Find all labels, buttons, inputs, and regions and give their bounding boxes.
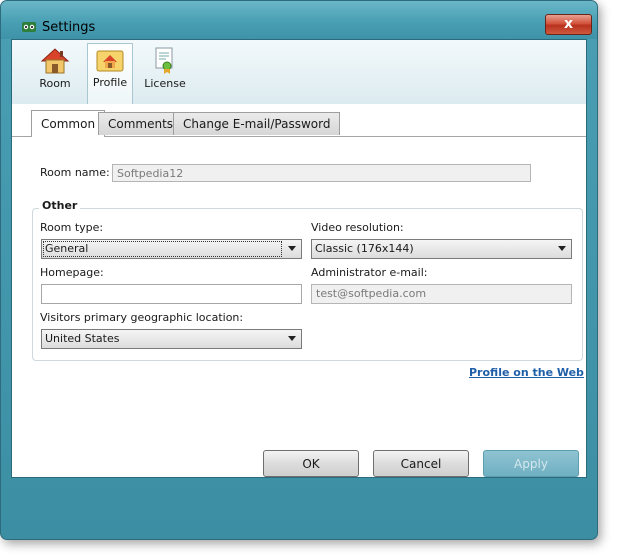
profile-on-web-link[interactable]: Profile on the Web xyxy=(469,366,584,379)
video-resolution-value: Classic (176x144) xyxy=(315,242,414,255)
admin-email-field[interactable]: test@softpedia.com xyxy=(311,284,572,304)
admin-email-label: Administrator e-mail: xyxy=(311,266,428,279)
chevron-down-icon xyxy=(288,336,296,341)
location-value: United States xyxy=(45,332,120,345)
close-button[interactable]: x xyxy=(545,14,592,35)
location-select[interactable]: United States xyxy=(41,329,302,349)
room-name-field[interactable]: Softpedia12 xyxy=(112,164,531,182)
toolbar-item-label: License xyxy=(144,77,186,90)
room-type-select[interactable]: General xyxy=(41,239,302,259)
window-title: Settings xyxy=(42,20,96,35)
video-resolution-select[interactable]: Classic (176x144) xyxy=(311,239,572,259)
toolbar-item-profile[interactable]: Profile xyxy=(87,43,133,105)
house-icon xyxy=(40,48,70,74)
tab-comments[interactable]: Comments xyxy=(98,112,184,135)
title-bar[interactable]: Settings x xyxy=(1,1,597,39)
toolbar-item-room[interactable]: Room xyxy=(27,43,83,101)
cancel-button[interactable]: Cancel xyxy=(373,450,469,477)
location-label: Visitors primary geographic location: xyxy=(40,311,244,324)
subtab-bar: Common Comments Change E-mail/Password xyxy=(12,104,586,137)
video-resolution-label: Video resolution: xyxy=(311,221,404,234)
profile-icon xyxy=(96,50,124,72)
room-type-value: General xyxy=(43,241,282,257)
app-icon xyxy=(22,22,36,32)
room-name-label: Room name: xyxy=(40,166,110,179)
homepage-label: Homepage: xyxy=(40,266,104,279)
other-group-title: Other xyxy=(39,199,81,212)
room-type-label: Room type: xyxy=(40,221,104,234)
toolbar-item-label: Profile xyxy=(92,76,128,89)
close-icon: x xyxy=(563,16,574,32)
ok-button[interactable]: OK xyxy=(263,450,359,477)
tab-common[interactable]: Common xyxy=(31,110,106,137)
settings-toolbar: Room Profile License xyxy=(12,40,586,105)
tab-change-email-password[interactable]: Change E-mail/Password xyxy=(173,112,341,135)
toolbar-item-label: Room xyxy=(39,77,71,90)
toolbar-item-license[interactable]: License xyxy=(140,43,190,101)
chevron-down-icon xyxy=(288,246,296,251)
settings-window: Settings x Room Profile License Common C… xyxy=(0,0,598,540)
chevron-down-icon xyxy=(558,246,566,251)
apply-button[interactable]: Apply xyxy=(483,450,579,477)
certificate-icon xyxy=(155,47,173,74)
dialog-client-area: Room Profile License Common Comments Cha… xyxy=(11,39,587,478)
homepage-field[interactable] xyxy=(41,284,302,304)
